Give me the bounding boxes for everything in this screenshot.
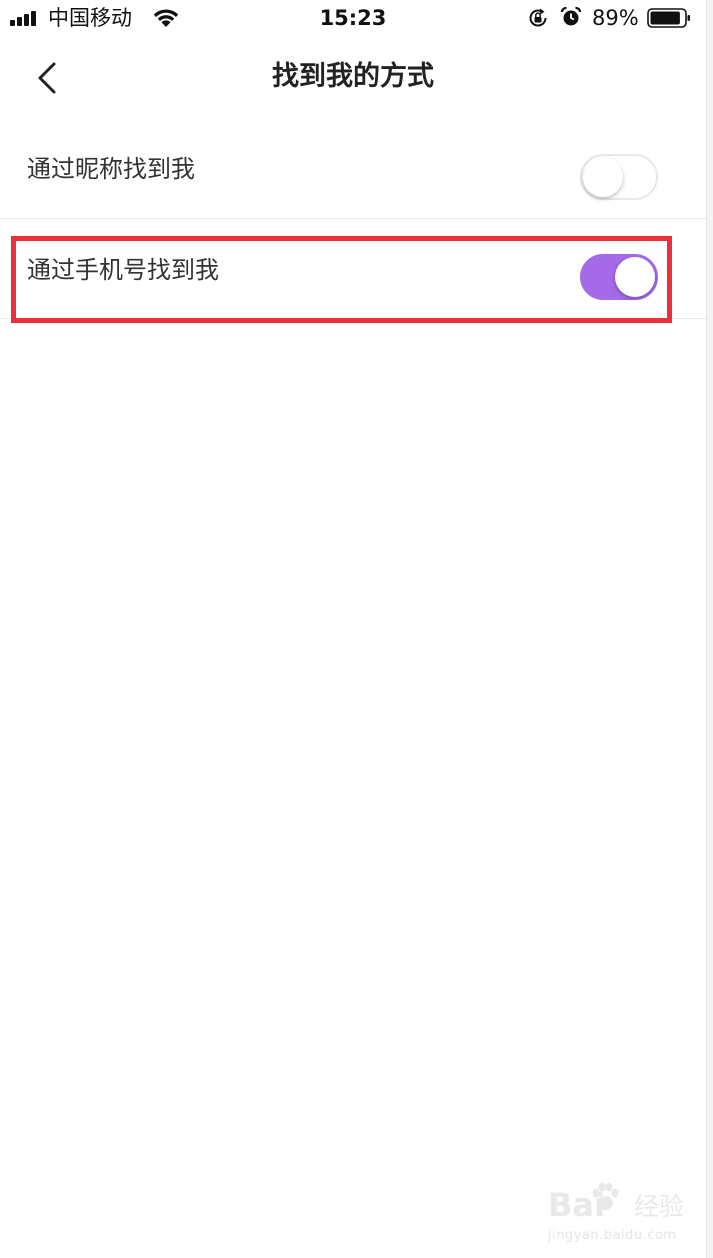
phone-toggle-switch[interactable] bbox=[580, 254, 658, 300]
baidu-jingyan-watermark: Bai 经验 jingyan.baidu.com bbox=[548, 1178, 698, 1248]
page-title: 找到我的方式 bbox=[272, 61, 434, 92]
nav-bar: 找到我的方式 bbox=[0, 36, 706, 118]
toggle-knob bbox=[583, 157, 623, 197]
paw-icon bbox=[592, 1182, 619, 1210]
battery-percent: 89% bbox=[592, 6, 639, 30]
alarm-icon bbox=[560, 6, 582, 26]
battery-icon bbox=[647, 8, 690, 28]
watermark-url: jingyan.baidu.com bbox=[548, 1228, 677, 1243]
nickname-toggle-switch[interactable] bbox=[580, 154, 658, 200]
watermark-brand-text: 经验 bbox=[634, 1192, 685, 1221]
screen-edge bbox=[706, 0, 713, 1258]
status-bar: 中国移动 15:23 89% bbox=[0, 0, 706, 36]
screen: 中国移动 15:23 89% 找到我的方式 通过昵称找到我 通过手机号找到我 B… bbox=[0, 0, 706, 1258]
setting-label-phone: 通过手机号找到我 bbox=[27, 256, 219, 284]
rotation-lock-icon bbox=[529, 8, 547, 27]
setting-row-phone: 通过手机号找到我 bbox=[0, 219, 706, 319]
setting-label-nickname: 通过昵称找到我 bbox=[27, 155, 195, 183]
setting-row-nickname: 通过昵称找到我 bbox=[0, 119, 706, 219]
toggle-knob bbox=[615, 257, 655, 297]
row-divider bbox=[0, 318, 706, 319]
